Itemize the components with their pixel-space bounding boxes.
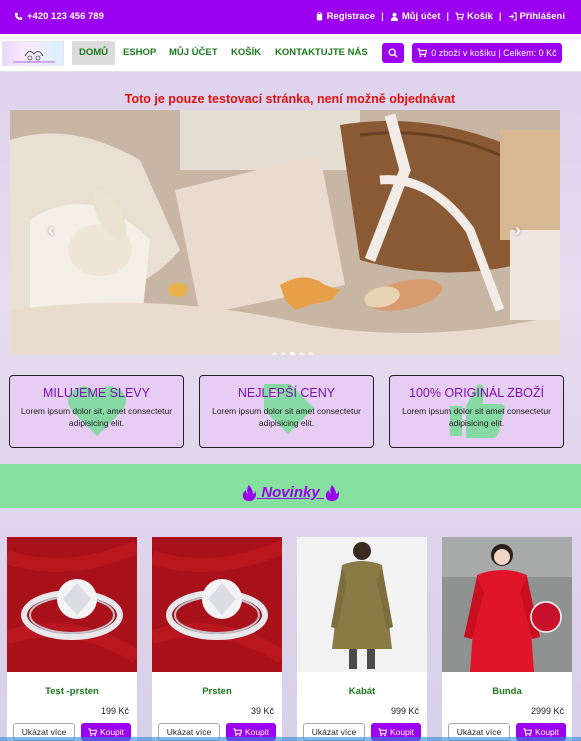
indicator-5[interactable] <box>308 352 313 355</box>
cart-icon <box>88 727 97 736</box>
feature-title: NEJLEPŠÍ CENY <box>237 386 336 400</box>
nav-home[interactable]: DOMŮ <box>72 41 116 65</box>
user-icon <box>390 12 398 21</box>
buy-label: Koupit <box>99 727 125 737</box>
cart-icon <box>523 727 532 736</box>
indicator-1[interactable] <box>272 352 277 355</box>
logo-graphic <box>13 50 55 63</box>
feature-title: 100% ORIGINÁL ZBOŽÍ <box>409 386 544 400</box>
feature-original-goods: 100% ORIGINÁL ZBOŽÍ Lorem ipsum dolor si… <box>389 375 564 448</box>
product-price: 39 Kč <box>250 706 274 716</box>
product-price: 2999 Kč <box>530 706 564 716</box>
product-card: Test -prsten 199 Kč Ukázat více Koupit <box>7 537 137 741</box>
login-link[interactable]: Přihlášení <box>508 11 565 22</box>
search-button[interactable] <box>382 43 404 63</box>
slide-image <box>10 110 560 355</box>
product-name[interactable]: Test -prsten <box>7 686 137 697</box>
ring-image <box>152 537 282 672</box>
fire-icon <box>325 485 339 502</box>
product-image[interactable] <box>297 537 427 672</box>
product-name[interactable]: Bunda <box>442 686 572 697</box>
account-links: Registrace | Můj účet | Košík | Přihláše… <box>315 11 565 22</box>
hero-carousel: Toto je pouze testovací stránka, není mo… <box>10 90 570 356</box>
phone-contact[interactable]: +420 123 456 789 <box>14 11 104 22</box>
product-card: Kabát 999 Kč Ukázat více Koupit <box>297 537 427 741</box>
next-slide-button[interactable]: › <box>515 220 521 241</box>
cart-icon <box>378 727 387 736</box>
cart-label: Košík <box>467 11 493 22</box>
separator: | <box>446 11 450 22</box>
buy-label: Koupit <box>244 727 270 737</box>
nav-eshop[interactable]: ESHOP <box>116 41 163 65</box>
product-card: Prsten 39 Kč Ukázat více Koupit <box>152 537 282 741</box>
indicator-2[interactable] <box>281 352 286 355</box>
section-heading: Novinky <box>0 484 581 502</box>
test-notice: Toto je pouze testovací stránka, není mo… <box>124 92 456 106</box>
carousel-slide[interactable]: ‹ › <box>10 110 560 355</box>
ring-image <box>7 537 137 672</box>
buy-label: Koupit <box>389 727 415 737</box>
my-account-label: Můj účet <box>401 11 441 22</box>
register-link[interactable]: Registrace <box>315 11 376 22</box>
feature-text: Lorem ipsum dolor sit amet consectetur a… <box>402 406 551 428</box>
carousel-indicators <box>272 352 313 355</box>
product-price: 199 Kč <box>100 706 129 716</box>
nav-contact[interactable]: KONTAKTUJTE NÁS <box>268 41 375 65</box>
product-image[interactable] <box>7 537 137 672</box>
feature-best-prices: NEJLEPŠÍ CENY Lorem ipsum dolor sit amet… <box>199 375 374 448</box>
indicator-3[interactable] <box>290 352 295 355</box>
nav-my-account[interactable]: MŮJ ÚČET <box>162 41 225 65</box>
product-image[interactable] <box>152 537 282 672</box>
register-label: Registrace <box>326 11 376 22</box>
cart-link[interactable]: Košík <box>455 11 493 22</box>
separator: | <box>498 11 502 22</box>
cart-icon <box>455 12 465 21</box>
phone-icon <box>14 12 23 21</box>
phone-number: +420 123 456 789 <box>27 11 104 22</box>
product-image[interactable] <box>442 537 572 672</box>
cart-summary-text: 0 zboží v košíku | Celkem: 0 Kč <box>431 48 557 58</box>
prev-slide-button[interactable]: ‹ <box>48 220 54 241</box>
login-icon <box>508 12 517 21</box>
login-label: Přihlášení <box>519 11 565 22</box>
cart-icon <box>417 48 428 58</box>
section-title[interactable]: Novinky <box>261 484 319 501</box>
search-icon <box>388 48 398 58</box>
fire-icon <box>242 485 257 502</box>
separator: | <box>381 11 384 22</box>
cart-icon <box>233 727 242 736</box>
main-nav: DOMŮ ESHOP MŮJ ÚČET KOŠÍK KONTAKTUJTE NÁ… <box>0 34 581 72</box>
product-name[interactable]: Kabát <box>297 686 427 697</box>
buy-label: Koupit <box>534 727 560 737</box>
product-card: Bunda 2999 Kč Ukázat více Koupit <box>442 537 572 741</box>
feature-text: Lorem ipsum dolor sit, amet consectetur … <box>20 406 173 428</box>
my-account-link[interactable]: Můj účet <box>390 11 441 22</box>
indicator-4[interactable] <box>299 352 304 355</box>
feature-discounts: MILUJEME SLEVY Lorem ipsum dolor sit, am… <box>9 375 184 448</box>
product-name[interactable]: Prsten <box>152 686 282 697</box>
cart-summary-button[interactable]: 0 zboží v košíku | Celkem: 0 Kč <box>412 43 562 63</box>
clipboard-icon <box>316 12 322 21</box>
product-price: 999 Kč <box>390 706 419 716</box>
coat-image <box>297 537 427 672</box>
feature-text: Lorem ipsum dolor sit amet consectetur a… <box>212 406 361 428</box>
site-logo[interactable] <box>2 41 64 66</box>
feature-title: MILUJEME SLEVY <box>43 386 150 400</box>
nav-cart[interactable]: KOŠÍK <box>224 41 268 65</box>
top-bar: +420 123 456 789 Registrace | Můj účet |… <box>0 0 581 34</box>
page-edge-line <box>0 737 581 741</box>
jacket-image <box>442 537 572 672</box>
